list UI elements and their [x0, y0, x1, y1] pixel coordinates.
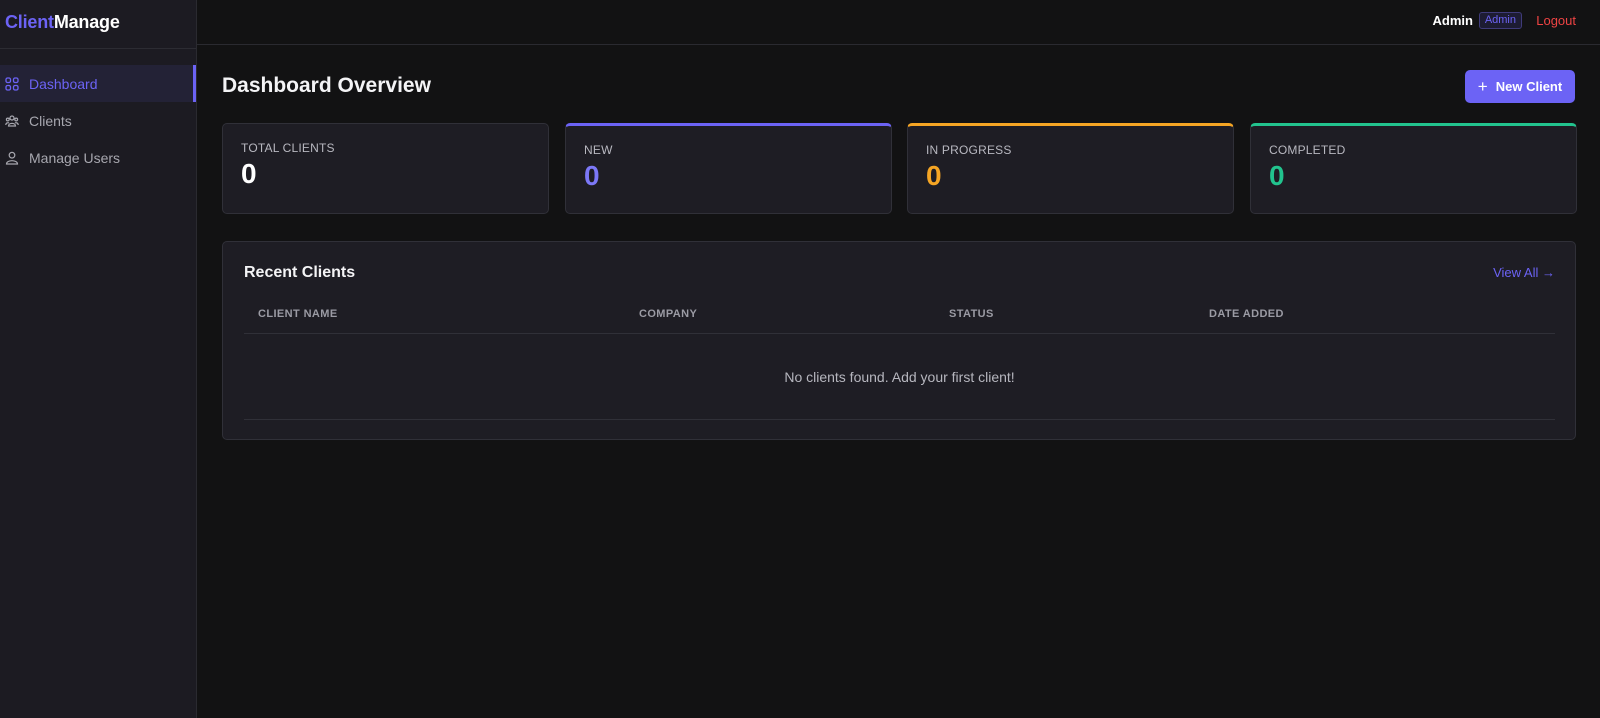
view-all-link[interactable]: View All →	[1493, 265, 1555, 280]
current-user-name: Admin	[1432, 13, 1473, 28]
page-title: Dashboard Overview	[222, 74, 431, 97]
table-header: CLIENT NAME COMPANY STATUS DATE ADDED	[244, 292, 1555, 334]
column-header-status[interactable]: STATUS	[949, 308, 994, 320]
new-client-button[interactable]: + New Client	[1465, 70, 1575, 103]
column-header-date-added[interactable]: DATE ADDED	[1209, 308, 1284, 320]
stat-card-new: NEW 0	[565, 123, 892, 214]
logout-link[interactable]: Logout	[1536, 13, 1576, 28]
role-badge: Admin	[1478, 12, 1522, 29]
recent-clients-panel: Recent Clients View All → CLIENT NAME CO…	[222, 241, 1576, 440]
user-icon	[5, 151, 19, 165]
brand-logo[interactable]: ClientManage	[0, 0, 196, 49]
stat-value: 0	[241, 158, 257, 189]
brand-part-client: Client	[5, 12, 54, 32]
stat-value: 0	[1269, 160, 1285, 191]
column-header-company[interactable]: COMPANY	[639, 308, 697, 320]
sidebar-item-label: Manage Users	[29, 149, 121, 166]
stat-label: IN PROGRESS	[926, 143, 1012, 157]
column-header-client-name[interactable]: CLIENT NAME	[258, 308, 338, 320]
grid-icon	[5, 76, 19, 91]
stat-label: NEW	[584, 143, 613, 157]
sidebar-item-manage-users[interactable]: Manage Users	[0, 139, 196, 176]
stat-card-total-clients: TOTAL CLIENTS 0	[222, 123, 549, 214]
stat-card-completed: COMPLETED 0	[1250, 123, 1577, 214]
stat-card-in-progress: IN PROGRESS 0	[907, 123, 1234, 214]
plus-icon: +	[1477, 77, 1488, 96]
top-bar: Admin Admin Logout	[197, 0, 1600, 45]
app-root: ClientManage Dashboard Clients Manage Us…	[0, 0, 1600, 718]
sidebar-item-dashboard[interactable]: Dashboard	[0, 65, 196, 102]
sidebar-nav: Dashboard Clients Manage Users	[0, 65, 196, 176]
stat-value: 0	[926, 160, 942, 191]
recent-clients-title: Recent Clients	[244, 264, 356, 281]
sidebar-item-label: Dashboard	[29, 75, 98, 92]
new-client-button-label: New Client	[1495, 79, 1563, 94]
stat-label: TOTAL CLIENTS	[241, 141, 335, 155]
brand-part-manage: Manage	[53, 12, 120, 32]
sidebar-item-clients[interactable]: Clients	[0, 102, 196, 139]
sidebar-item-label: Clients	[29, 112, 72, 129]
stat-value: 0	[584, 160, 600, 191]
stat-label: COMPLETED	[1269, 143, 1346, 157]
empty-table-message: No clients found. Add your first client!	[244, 334, 1555, 420]
users-group-icon	[5, 114, 19, 128]
sidebar: ClientManage Dashboard Clients Manage Us…	[0, 0, 197, 718]
